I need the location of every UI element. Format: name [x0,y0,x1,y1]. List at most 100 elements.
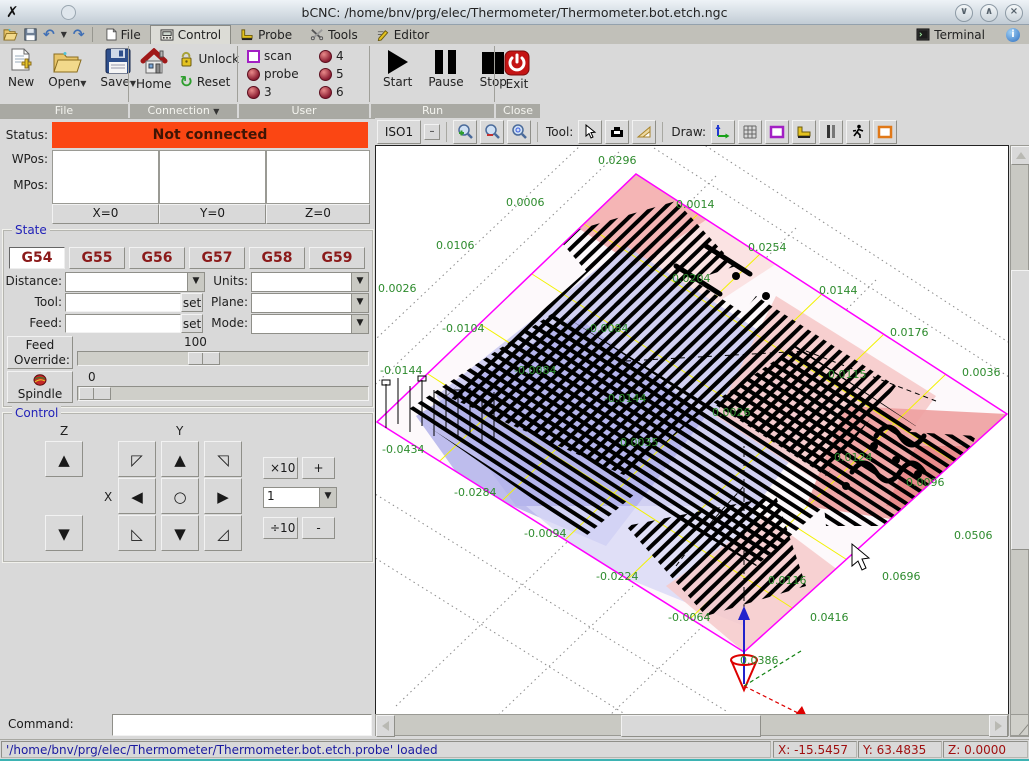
select-tool-button[interactable] [578,120,602,144]
jog-z-down-button[interactable]: ▼ [45,515,83,551]
gantry-tool-button[interactable] [605,120,629,144]
group-label-file: File [0,104,128,118]
jog-y-down-button[interactable]: ▼ [161,515,199,551]
jog-z-up-button[interactable]: ▲ [45,441,83,477]
scroll-up-button[interactable] [1011,146,1029,165]
zero-y-button[interactable]: Y=0 [159,204,266,224]
draw-probe-toggle[interactable] [792,120,816,144]
view-collapse-button[interactable]: – [424,124,440,140]
scroll-left-button[interactable] [376,715,395,737]
save-toolbar-button[interactable] [21,25,40,44]
vscroll-thumb[interactable] [1011,270,1029,550]
home-button[interactable]: Home [132,46,175,93]
step-minus-button[interactable]: - [302,517,335,539]
slider-handle[interactable] [79,387,111,400]
user-button-4[interactable]: 4 [317,48,363,64]
feed-override-slider[interactable] [77,351,369,366]
jog-down-left-button[interactable]: ◺ [118,515,156,551]
step-div10-button[interactable]: ÷10 [263,517,298,539]
draw-camera-toggle[interactable] [873,120,897,144]
gcode-canvas[interactable]: 0.02960.00140.02540.01440.01760.00360.00… [375,145,1009,718]
zoom-fit-button[interactable] [507,120,531,144]
new-button[interactable]: New [4,46,38,91]
draw-margin-toggle[interactable] [765,120,789,144]
wcs-g54-button[interactable]: G54 [9,247,65,269]
feed-override-button[interactable]: Feed Override: [7,336,73,369]
open-button[interactable]: Open▼ [44,46,90,91]
resize-grip[interactable] [1010,714,1029,736]
user-button-scan[interactable]: scan [245,48,317,64]
draw-paths-toggle[interactable] [846,120,870,144]
slider-handle[interactable] [188,352,220,365]
tab-probe[interactable]: Probe [231,25,301,44]
pause-button[interactable]: Pause [424,48,467,91]
jog-x-minus-button[interactable]: ◀ [118,478,156,514]
tool-set-button[interactable]: set [181,293,203,312]
reset-button[interactable]: ↻ Reset [177,74,241,90]
jog-origin-button[interactable]: ○ [161,478,199,514]
wcs-g59-button[interactable]: G59 [309,247,365,269]
tab-file[interactable]: File [97,25,150,44]
zero-x-button[interactable]: X=0 [52,204,159,224]
distance-combobox[interactable]: ▼ [65,272,205,292]
draw-label: Draw: [671,125,706,139]
orb-icon [247,68,260,81]
user-button-probe[interactable]: probe [245,66,317,82]
close-button[interactable]: × [1005,4,1023,22]
step-combobox[interactable]: 1▼ [263,487,337,508]
feed-set-button[interactable]: set [181,314,203,333]
scroll-right-button[interactable] [989,715,1008,737]
draw-axes-toggle[interactable] [711,120,735,144]
mode-combobox[interactable]: ▼ [251,314,369,334]
redo-button[interactable]: ↷ [70,25,88,44]
hscroll-thumb[interactable] [621,715,761,737]
start-button[interactable]: Start [379,48,416,91]
plane-combobox[interactable]: ▼ [251,293,369,313]
user-button-3[interactable]: 3 [245,84,317,100]
zoom-in-button[interactable] [453,120,477,144]
wcs-g58-button[interactable]: G58 [249,247,305,269]
canvas-hscrollbar[interactable] [375,714,1009,736]
user-button-5[interactable]: 5 [317,66,363,82]
undo-history-dropdown[interactable]: ▼ [58,25,70,44]
units-combobox[interactable]: ▼ [251,272,369,292]
view-select[interactable]: ISO1 [377,120,421,144]
window-title: bCNC: /home/bnv/prg/elec/Thermometer/The… [0,5,1029,20]
spindle-slider[interactable] [77,386,369,401]
group-label-connection[interactable]: Connection ▼ [130,104,237,118]
maximize-button[interactable]: ∧ [980,4,998,22]
draw-grid-toggle[interactable] [738,120,762,144]
exit-button[interactable]: Exit [500,48,534,93]
wcs-g55-button[interactable]: G55 [69,247,125,269]
jog-up-left-button[interactable]: ◸ [118,441,156,477]
jog-up-right-button[interactable]: ◹ [204,441,242,477]
statusbar-message: '/home/bnv/prg/elec/Thermometer/Thermome… [1,741,771,758]
feed-entry[interactable] [65,314,181,333]
ruler-tool-button[interactable] [632,120,656,144]
step-mul10-button[interactable]: ×10 [263,457,298,479]
command-input[interactable] [112,714,372,736]
user-button-6[interactable]: 6 [317,84,363,100]
statusbar-x-coord: X: -15.5457 [773,741,857,758]
undo-button[interactable]: ↶ [40,25,58,44]
tool-entry[interactable] [65,293,181,312]
jog-y-up-button[interactable]: ▲ [161,441,199,477]
wcs-g57-button[interactable]: G57 [189,247,245,269]
terminal-toggle[interactable]: Terminal [907,28,994,42]
step-plus-button[interactable]: + [302,457,335,479]
draw-workarea-toggle[interactable] [819,120,843,144]
canvas-vscrollbar[interactable] [1010,145,1029,737]
open-toolbar-button[interactable] [0,25,21,44]
tab-editor[interactable]: Editor [367,25,439,44]
jog-down-right-button[interactable]: ◿ [204,515,242,551]
shade-button[interactable]: ∨ [955,4,973,22]
jog-x-plus-button[interactable]: ▶ [204,478,242,514]
help-button[interactable]: i [1003,28,1023,42]
tab-control[interactable]: Control [150,25,231,44]
spindle-toggle[interactable]: Spindle [7,371,73,403]
tab-tools[interactable]: Tools [301,25,367,44]
zoom-out-button[interactable] [480,120,504,144]
unlock-button[interactable]: Unlock [177,50,241,68]
zero-z-button[interactable]: Z=0 [266,204,370,224]
wcs-g56-button[interactable]: G56 [129,247,185,269]
